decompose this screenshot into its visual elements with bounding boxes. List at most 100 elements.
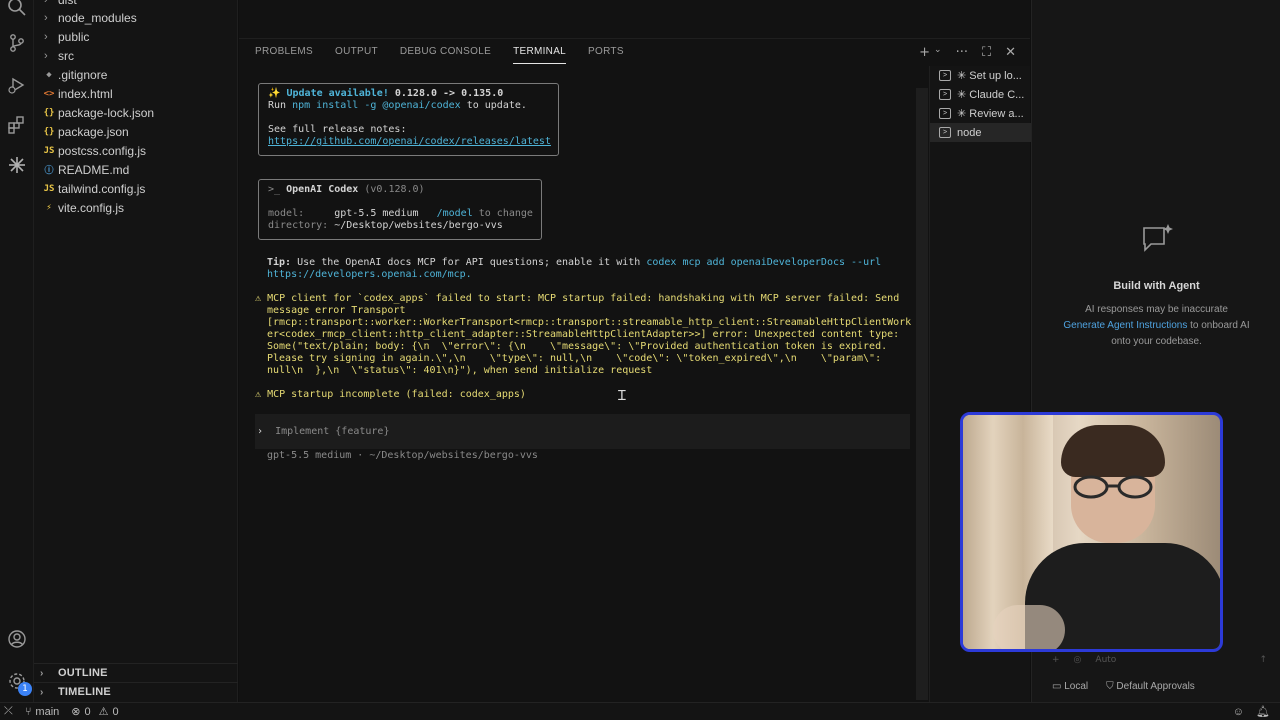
terminal-icon: > xyxy=(939,108,951,119)
copilot-icon[interactable]: ☺ xyxy=(1233,706,1244,718)
person-glasses xyxy=(1073,475,1153,499)
close-icon[interactable]: ✕ xyxy=(1005,45,1016,60)
terminal-scrollbar[interactable] xyxy=(916,88,928,700)
git-branch-icon: ⑂ xyxy=(24,705,32,718)
tree-folder-src[interactable]: › src xyxy=(34,46,238,65)
agent-description: AI responses may be inaccurate Generate … xyxy=(1063,304,1250,347)
new-terminal-plus-icon[interactable]: + xyxy=(919,45,930,60)
chevron-right-icon: › xyxy=(44,30,48,43)
codex-status-footer: gpt-5.5 medium · ~/Desktop/websites/berg… xyxy=(267,450,538,461)
codex-header-box: >_ OpenAI Codex (v0.128.0) model: gpt-5.… xyxy=(258,179,542,240)
shield-icon: ⛉ xyxy=(1106,681,1114,692)
error-icon: ⊗ xyxy=(71,706,81,718)
person-hair xyxy=(1061,425,1165,477)
extensions-icon[interactable] xyxy=(4,112,30,138)
chevron-right-icon: › xyxy=(44,49,48,62)
problems-indicator[interactable]: ⊗ 0 ⚠ 0 xyxy=(71,705,118,719)
sparkle-icon: ✨ xyxy=(268,88,287,99)
terminal-icon: > xyxy=(939,89,951,100)
tree-file[interactable]: ⚡ vite.config.js xyxy=(34,198,238,217)
chevron-right-icon: › xyxy=(40,686,44,698)
account-icon[interactable] xyxy=(4,626,30,652)
warning-icon: ⚠ xyxy=(255,293,262,304)
codex-prompt-input[interactable]: › Implement {feature} xyxy=(255,414,910,449)
chevron-right-icon: › xyxy=(44,11,48,24)
prompt-chevron-icon: › xyxy=(257,426,264,437)
warning-icon: ⚠ xyxy=(255,389,262,400)
text-cursor-icon: Ɪ xyxy=(618,388,626,404)
remote-icon[interactable]: ⤫ xyxy=(4,705,13,718)
tab-output[interactable]: OUTPUT xyxy=(335,45,378,69)
status-bar: ⤫ ⑂ main ⊗ 0 ⚠ 0 ☺ 🔔︎ xyxy=(0,702,1280,720)
terminal-entry-selected[interactable]: > node xyxy=(930,123,1031,142)
info-file-icon: ⓘ xyxy=(44,166,54,176)
terminal-icon: > xyxy=(939,70,951,81)
send-icon[interactable]: ↑ xyxy=(1259,655,1267,665)
terminal-entry[interactable]: > ✳ Set up lo... xyxy=(930,66,1031,85)
terminal-icon: > xyxy=(939,127,951,138)
json-file-icon: {} xyxy=(43,126,55,137)
tree-file[interactable]: ⓘ README.md xyxy=(34,160,238,179)
branch-indicator[interactable]: ⑂ main xyxy=(25,706,59,718)
timeline-section[interactable]: › TIMELINE xyxy=(34,682,238,701)
vscode-window: 1 ›dist ›node_modules ›public ›src ◆.git… xyxy=(0,0,1280,720)
release-notes-link[interactable]: https://github.com/openai/codex/releases… xyxy=(268,136,551,147)
panel-tabs: PROBLEMS OUTPUT DEBUG CONSOLE TERMINAL P… xyxy=(255,45,624,69)
tab-debug-console[interactable]: DEBUG CONSOLE xyxy=(400,45,491,69)
json-file-icon: {} xyxy=(43,107,55,118)
webcam-overlay xyxy=(960,412,1223,652)
monitor-icon: ▭ xyxy=(1052,681,1062,692)
tree-file[interactable]: JS postcss.config.js xyxy=(34,141,238,160)
tree-file[interactable]: JS tailwind.config.js xyxy=(34,179,238,198)
chevron-down-icon[interactable]: ⌄ xyxy=(934,45,942,60)
agent-input-toolbar: + ◎ Auto ↑ xyxy=(1040,652,1275,668)
approvals-toggle[interactable]: ⛉ Default Approvals xyxy=(1106,681,1195,692)
tree-folder-public[interactable]: › public xyxy=(34,27,238,46)
warning-icon: ⚠ xyxy=(98,706,109,718)
outline-section[interactable]: › OUTLINE xyxy=(34,663,238,682)
auto-mode-select[interactable]: Auto xyxy=(1095,655,1116,665)
js-file-icon: JS xyxy=(43,145,55,156)
tree-file[interactable]: {} package-lock.json xyxy=(34,103,238,122)
tip-message: Tip: Use the OpenAI docs MCP for API que… xyxy=(267,257,882,280)
activity-bar: 1 xyxy=(0,0,34,702)
chevron-right-icon: › xyxy=(44,0,56,6)
tree-folder-node-modules[interactable]: › node_modules xyxy=(34,8,238,27)
js-file-icon: JS xyxy=(43,183,55,194)
search-icon[interactable] xyxy=(4,0,30,20)
mcp-incomplete-message: ⚠ MCP startup incomplete (failed: codex_… xyxy=(255,389,526,400)
generate-instructions-link[interactable]: Generate Agent Instructions xyxy=(1063,320,1187,331)
maximize-icon[interactable]: ⛶ xyxy=(982,45,991,60)
terminal-entry[interactable]: > ✳ Claude C... xyxy=(930,85,1031,104)
update-box: ✨ Update available! 0.128.0 -> 0.135.0 R… xyxy=(258,83,559,156)
chevron-right-icon: › xyxy=(40,667,44,679)
add-context-icon[interactable]: + xyxy=(1052,655,1060,665)
vite-file-icon: ⚡ xyxy=(46,202,52,213)
settings-badge: 1 xyxy=(18,682,32,696)
tree-file[interactable]: {} package.json xyxy=(34,122,238,141)
gitignore-file-icon: ◆ xyxy=(46,69,52,80)
terminal-entry[interactable]: > ✳ Review a... xyxy=(930,104,1031,123)
editor-area xyxy=(239,0,1030,38)
tab-ports[interactable]: PORTS xyxy=(588,45,624,69)
local-toggle[interactable]: ▭ Local xyxy=(1052,681,1088,692)
claude-icon[interactable] xyxy=(4,152,30,178)
explorer-panel: ›dist ›node_modules ›public ›src ◆.gitig… xyxy=(34,0,238,702)
run-debug-icon[interactable] xyxy=(4,72,30,98)
tab-problems[interactable]: PROBLEMS xyxy=(255,45,313,69)
agent-title: Build with Agent xyxy=(1113,280,1200,292)
tree-file[interactable]: <> index.html xyxy=(34,84,238,103)
tree-file[interactable]: ◆ .gitignore xyxy=(34,65,238,84)
settings-gear-icon[interactable]: 1 xyxy=(4,668,32,696)
source-control-icon[interactable] xyxy=(4,30,30,56)
prompt-placeholder: Implement {feature} xyxy=(275,426,390,437)
settings-icon[interactable]: ◎ xyxy=(1074,655,1082,665)
tab-terminal[interactable]: TERMINAL xyxy=(513,45,567,64)
person-hand xyxy=(993,605,1065,649)
panel-actions: + ⌄ ··· ⛶ ✕ xyxy=(919,45,1016,60)
agent-footer: ▭ Local ⛉ Default Approvals xyxy=(1052,681,1195,692)
bottom-panel: PROBLEMS OUTPUT DEBUG CONSOLE TERMINAL P… xyxy=(239,38,1030,702)
notifications-bell-icon[interactable]: 🔔︎ xyxy=(1256,705,1270,718)
more-actions-icon[interactable]: ··· xyxy=(956,45,968,60)
chat-sparkle-icon xyxy=(1141,222,1175,256)
